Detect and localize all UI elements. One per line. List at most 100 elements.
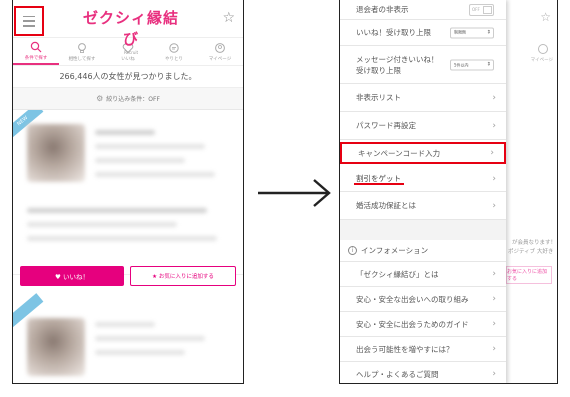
background-text: が会員なります！ <box>512 240 557 246</box>
tab-label: マイページ <box>530 58 553 63</box>
toggle-knob <box>483 5 492 14</box>
menu-item-get-discount[interactable]: 割引をゲット › <box>340 166 506 192</box>
blurred-profile-photo <box>27 318 85 376</box>
hamburger-icon <box>23 15 35 27</box>
menu-item-label: キャンペーンコード入力 <box>358 148 441 158</box>
screenshot-root: ゼクシィ縁結び Recruit ☆ 条件で探す 相性して探す いいね やりとり <box>0 0 570 397</box>
chevron-right-icon: › <box>492 369 496 379</box>
section-spacer <box>340 220 506 240</box>
side-drawer-menu: 退会者の非表示 OFF いいね！受け取り上限 制限無 ⇕ メッセージ付きいいね！… <box>340 0 506 383</box>
menu-item-label: パスワード再設定 <box>356 121 416 130</box>
select-value: 制限無 <box>454 29 466 35</box>
menu-item-label: 「ゼクシィ縁結び」とは <box>356 269 439 279</box>
tab-label: やりとり <box>165 56 183 62</box>
background-page: ☆ マイページ が会員なります！ ポジティブ 大好き お気に入りに追加する <box>506 0 557 383</box>
chevron-right-icon: › <box>492 173 496 184</box>
profile-card[interactable] <box>13 293 243 383</box>
chevron-right-icon: › <box>492 294 496 304</box>
card-action-row: ♥ いいね！ ★ お気に入りに追加する <box>20 266 236 286</box>
blurred-text <box>95 322 155 327</box>
label-line: 受け取り上限 <box>356 65 401 75</box>
add-favorite-button: お気に入りに追加する <box>506 266 552 284</box>
menu-item-hidden-list[interactable]: 非表示リスト › <box>340 84 506 112</box>
menu-item-label: 安心・安全な出会いへの取り組み <box>356 294 469 304</box>
menu-item-marriage-guarantee[interactable]: 婚活成功保証とは › <box>340 192 506 220</box>
left-phone-screen: ゼクシィ縁結び Recruit ☆ 条件で探す 相性して探す いいね やりとり <box>12 0 244 384</box>
chevron-right-icon: › <box>492 120 496 131</box>
tab-label: 相性して探す <box>68 56 96 62</box>
add-favorite-button[interactable]: ★ お気に入りに追加する <box>130 266 236 286</box>
select-arrow-icon: ⇕ <box>486 61 491 67</box>
tab-mypage[interactable]: マイページ <box>197 38 243 65</box>
menu-item-campaign-code[interactable]: キャンペーンコード入力 › <box>340 142 506 164</box>
tab-search[interactable]: 条件で探す <box>13 38 59 65</box>
blurred-text <box>95 144 205 149</box>
user-icon <box>215 42 225 53</box>
tab-label: 条件で探す <box>24 55 48 61</box>
menu-item-label: いいね！受け取り上限 <box>356 28 431 37</box>
select-value: 5件以内 <box>454 62 469 67</box>
right-phone-screen: ☆ マイページ が会員なります！ ポジティブ 大好き お気に入りに追加する 退会… <box>339 0 558 384</box>
label-line: メッセージ付きいいね！ <box>356 54 439 64</box>
blurred-text <box>95 172 215 177</box>
info-item[interactable]: 安心・安全な出会いへの取り組み › <box>340 287 506 312</box>
menu-item-like-limit[interactable]: いいね！受け取り上限 制限無 ⇕ <box>340 20 506 46</box>
like-button[interactable]: ♥ いいね！ <box>20 266 124 286</box>
background-text: ポジティブ 大好き <box>508 249 554 255</box>
gear-icon: ⚙ <box>96 94 104 103</box>
information-section-header: i インフォメーション <box>340 240 506 262</box>
tab-label: マイページ <box>208 56 232 62</box>
blurred-text <box>27 236 217 241</box>
tab-label: いいね <box>121 56 135 62</box>
chevron-right-icon: › <box>490 148 494 158</box>
menu-item-message-like-limit[interactable]: メッセージ付きいいね！ 受け取り上限 5件以内 ⇕ <box>340 46 506 84</box>
menu-item-label: 安心・安全に出会うためのガイド <box>356 319 469 329</box>
blurred-text <box>95 130 155 135</box>
menu-item-password-reset[interactable]: パスワード再設定 › <box>340 112 506 140</box>
user-icon <box>538 44 548 54</box>
logo-subtext: Recruit <box>123 50 139 55</box>
chevron-right-icon: › <box>492 319 496 329</box>
toggle-state: OFF <box>472 7 480 12</box>
logo-text: ゼクシィ縁結び <box>82 9 179 48</box>
menu-item-label: ヘルプ・よくあるご質問 <box>356 369 439 379</box>
app-header: ゼクシィ縁結び Recruit ☆ <box>13 0 243 55</box>
menu-item-label: 婚活成功保証とは <box>356 201 416 210</box>
highlight-underline <box>354 183 404 185</box>
info-icon: i <box>348 246 357 255</box>
info-item[interactable]: 安心・安全に出会うためのガイド › <box>340 312 506 337</box>
menu-item-label: 退会者の非表示 <box>356 5 409 14</box>
blurred-text <box>95 158 185 163</box>
app-logo: ゼクシィ縁結び Recruit <box>81 7 181 55</box>
section-title: インフォメーション <box>361 246 429 255</box>
blurred-profile-photo <box>27 124 85 182</box>
profile-card[interactable]: NEW <box>13 110 243 275</box>
result-count-text: 266,446人の女性が見つかりました。 <box>13 66 243 88</box>
filter-bar[interactable]: ⚙ 絞り込み条件：OFF <box>13 88 243 110</box>
menu-item-hide-withdrawn[interactable]: 退会者の非表示 OFF <box>340 0 506 20</box>
hamburger-menu-button[interactable] <box>14 6 44 36</box>
right-arrow-icon <box>258 179 331 207</box>
info-item[interactable]: 「ゼクシィ縁結び」とは › <box>340 262 506 287</box>
hide-withdrawn-toggle[interactable]: OFF <box>469 3 494 16</box>
chevron-right-icon: › <box>492 269 496 279</box>
message-like-limit-select[interactable]: 5件以内 ⇕ <box>450 59 494 70</box>
star-icon: ☆ <box>540 10 551 24</box>
like-limit-select[interactable]: 制限無 ⇕ <box>450 27 494 38</box>
chevron-right-icon: › <box>492 200 496 211</box>
filter-label: 絞り込み条件：OFF <box>106 96 160 103</box>
menu-item-label: メッセージ付きいいね！ 受け取り上限 <box>356 54 438 76</box>
blurred-text <box>95 350 185 355</box>
blurred-text <box>27 208 207 213</box>
star-icon[interactable]: ☆ <box>222 10 235 26</box>
search-icon <box>30 41 42 52</box>
chevron-right-icon: › <box>492 92 496 103</box>
info-item[interactable]: 出会う可能性を増やすには？ › <box>340 337 506 362</box>
select-arrow-icon: ⇕ <box>486 29 491 36</box>
menu-item-label: 非表示リスト <box>356 93 401 102</box>
chevron-right-icon: › <box>492 344 496 354</box>
info-item[interactable]: ヘルプ・よくあるご質問 › <box>340 362 506 383</box>
menu-item-label: 出会う可能性を増やすには？ <box>356 344 454 354</box>
blurred-text <box>27 222 177 227</box>
blurred-text <box>95 336 205 341</box>
